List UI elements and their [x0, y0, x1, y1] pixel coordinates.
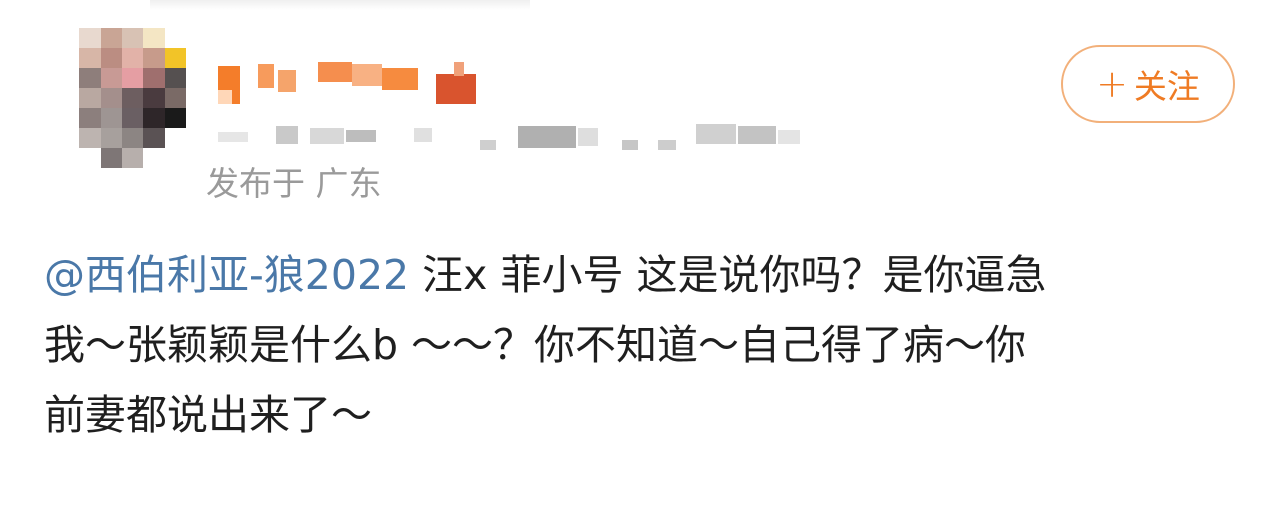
- top-shadow: [150, 0, 530, 10]
- follow-button[interactable]: + 关注: [1061, 45, 1235, 123]
- post-location: 发布于 广东: [206, 164, 382, 203]
- comment-line-2: 我～张颖颖是什么b ～～？你不知道～自己得了病～你: [44, 321, 1027, 369]
- username-blurred[interactable]: [218, 60, 488, 108]
- follow-button-label: 关注: [1133, 67, 1200, 106]
- comment-line-1: @西伯利亚-狼2022 汪x 菲小号 这是说你吗？是你逼急: [44, 240, 1244, 310]
- comment-line-3: 前妻都说出来了～: [44, 391, 372, 439]
- avatar[interactable]: [58, 28, 186, 168]
- comment-line-1-text: 汪x 菲小号 这是说你吗？是你逼急: [409, 251, 1047, 299]
- user-mention-link[interactable]: @西伯利亚-狼2022: [44, 251, 409, 299]
- comment-text: @西伯利亚-狼2022 汪x 菲小号 这是说你吗？是你逼急 我～张颖颖是什么b …: [44, 240, 1244, 450]
- plus-icon: +: [1096, 62, 1128, 106]
- post-meta-blurred: [218, 118, 808, 162]
